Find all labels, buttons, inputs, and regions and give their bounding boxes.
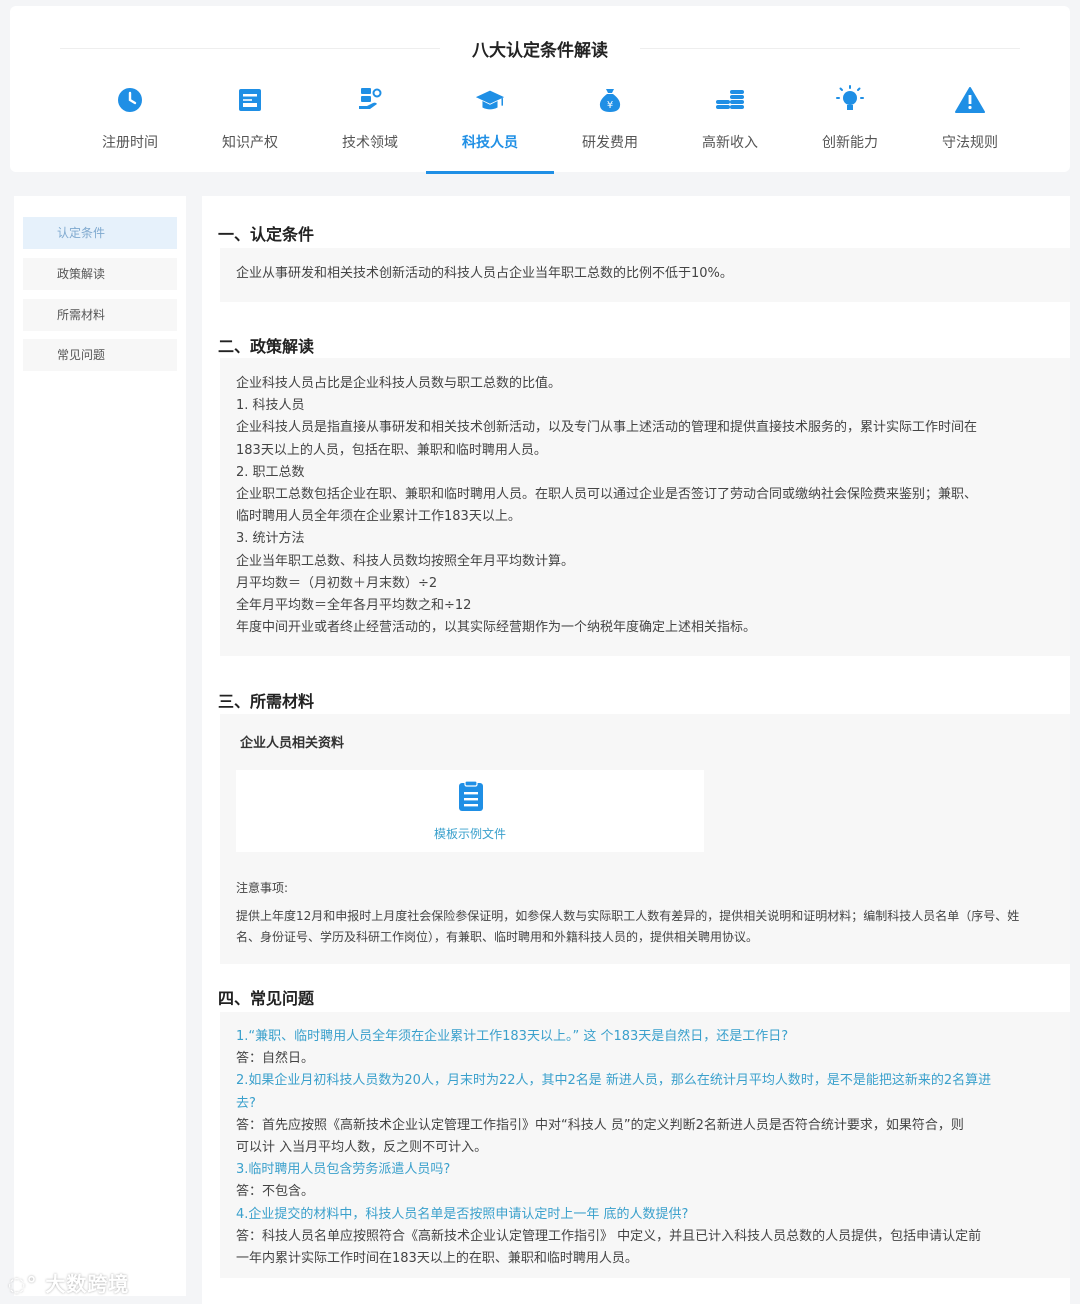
section-policy-title: 二、政策解读 [218,337,315,356]
tab-high-tech-income[interactable]: 高新收入 [670,84,790,172]
tab-law-compliance[interactable]: 守法规则 [910,84,1030,172]
tab-label: 创新能力 [822,135,878,151]
sidebar-item-faq[interactable]: 常见问题 [23,339,177,371]
policy-line: 企业当年职工总数、科技人员数均按照全年月平均数计算。 [236,553,575,569]
tab-label: 技术领域 [342,135,398,151]
watermark-logo-icon: ◌° [8,1272,38,1296]
policy-line: 全年月平均数＝全年各月平均数之和÷12 [236,598,472,614]
tab-label: 注册时间 [102,135,158,151]
template-file-link[interactable]: 模板示例文件 [236,825,704,842]
policy-line: 2. 职工总数 [236,464,305,480]
tab-tech-field[interactable]: 技术领域 [310,84,430,172]
materials-subtitle: 企业人员相关资料 [240,736,345,751]
faq-box: 1.“兼职、临时聘用人员全年须在企业累计工作183天以上。” 这 个183天是自… [220,1012,1070,1278]
tech-field-icon [354,84,386,116]
faq-question: 3.临时聘用人员包含劳务派遣人员吗? [236,1162,451,1178]
certificate-icon [234,84,266,116]
faq-answer: 答：自然日。 [236,1051,315,1067]
policy-line: 月平均数＝（月初数＋月末数）÷2 [236,575,438,591]
document-icon [456,780,486,816]
tab-label: 高新收入 [702,135,758,151]
sidebar-item-criteria[interactable]: 认定条件 [23,217,177,249]
main-content: 一、认定条件 企业从事研发和相关技术创新活动的科技人员占企业当年职工总数的比例不… [202,196,1070,1304]
watermark: ◌° 大数跨境 [8,1268,129,1297]
faq-answer: 答：首先应按照《高新技术企业认定管理工作指引》中对“科技人 员”的定义判断2名新… [236,1117,964,1133]
sidebar-item-materials[interactable]: 所需材料 [23,299,177,331]
tab-tech-personnel[interactable]: 科技人员 [426,84,554,174]
notes-line: 提供上年度12月和申报时上月度社会保险参保证明，如参保人数与实际职工人数有差异的… [236,909,1020,923]
clock-icon [114,84,146,116]
tab-label: 研发费用 [582,135,638,151]
sidebar: 认定条件 政策解读 所需材料 常见问题 [14,196,186,1296]
watermark-text: 大数跨境 [45,1272,130,1296]
template-file-card[interactable]: 模板示例文件 [236,770,704,852]
faq-answer: 可以计 入当月平均人数，反之则不可计入。 [236,1140,488,1156]
faq-question: 1.“兼职、临时聘用人员全年须在企业累计工作183天以上。” 这 个183天是自… [236,1029,789,1044]
policy-text: 企业科技人员占比是企业科技人员数与职工总数的比值。 1. 科技人员 企业科技人员… [236,373,1062,639]
coin-stack-icon [714,84,746,116]
tab-label: 知识产权 [222,135,278,151]
page-title: 八大认定条件解读 [472,41,608,61]
faq-question: 2.如果企业月初科技人员数为20人，月末时为22人，其中2名是 新进人员，那么在… [236,1073,992,1089]
tab-innovation-ability[interactable]: 创新能力 [790,84,910,172]
faq-answer: 答：不包含。 [236,1184,315,1200]
policy-line: 1. 科技人员 [236,398,305,414]
notes-label: 注意事项: [236,881,289,895]
policy-line: 临时聘用人员全年须在企业累计工作183天以上。 [236,509,521,525]
policy-box: 企业科技人员占比是企业科技人员数与职工总数的比值。 1. 科技人员 企业科技人员… [220,358,1070,656]
faq-question: 4.企业提交的材料中，科技人员名单是否按照申请认定时上一年 底的人数提供? [236,1206,689,1222]
warning-icon [954,84,986,116]
graduation-cap-icon [474,84,506,116]
svg-text:¥: ¥ [607,100,613,111]
tab-registration-time[interactable]: 注册时间 [70,84,190,172]
faq-answer: 一年内累计实际工作时间在183天以上的在职、兼职和临时聘用人员。 [236,1251,638,1267]
criteria-tabs: 注册时间 知识产权 技术领域 科技人员 ¥ 研发费用 高新收入 创新能力 守法规… [70,84,1030,174]
section-faq-title: 四、常见问题 [218,989,315,1008]
criteria-box: 企业从事研发和相关技术创新活动的科技人员占企业当年职工总数的比例不低于10%。 [220,248,1070,302]
policy-line: 183天以上的人员，包括在职、兼职和临时聘用人员。 [236,442,547,458]
tabs-card: 八大认定条件解读 注册时间 知识产权 技术领域 科技人员 ¥ 研发费用 高新收入… [10,6,1070,174]
policy-line: 3. 统计方法 [236,531,305,547]
section-materials-title: 三、所需材料 [218,692,315,711]
policy-line: 企业职工总数包括企业在职、兼职和临时聘用人员。在职人员可以通过企业是否签订了劳动… [236,487,978,503]
policy-line: 年度中间开业或者终止经营活动的，以其实际经营期作为一个纳税年度确定上述相关指标。 [236,620,757,636]
notes-line: 名、身份证号、学历及科研工作岗位），有兼职、临时聘用和外籍科技人员的，提供相关聘… [236,930,759,944]
tab-intellectual-property[interactable]: 知识产权 [190,84,310,172]
policy-line: 企业科技人员占比是企业科技人员数与职工总数的比值。 [236,376,562,391]
tab-label: 科技人员 [462,135,518,151]
faq-answer: 答：科技人员名单应按照符合《高新技术企业认定管理工作指引》 中定义，并且已计入科… [236,1228,982,1244]
notes-text: 提供上年度12月和申报时上月度社会保险参保证明，如参保人数与实际职工人数有差异的… [236,906,1056,948]
sidebar-item-policy[interactable]: 政策解读 [23,258,177,290]
lightbulb-icon [834,84,866,116]
faq-list: 1.“兼职、临时聘用人员全年须在企业累计工作183天以上。” 这 个183天是自… [236,1026,1064,1270]
policy-line: 企业科技人员是指直接从事研发和相关技术创新活动，以及专门从事上述活动的管理和提供… [236,420,978,436]
criteria-text: 企业从事研发和相关技术创新活动的科技人员占企业当年职工总数的比例不低于10%。 [236,266,733,281]
tab-label: 守法规则 [942,135,998,151]
section-criteria-title: 一、认定条件 [218,225,315,244]
money-bag-icon: ¥ [594,84,626,116]
tab-rd-expense[interactable]: ¥ 研发费用 [550,84,670,172]
faq-question: 去? [236,1095,256,1111]
